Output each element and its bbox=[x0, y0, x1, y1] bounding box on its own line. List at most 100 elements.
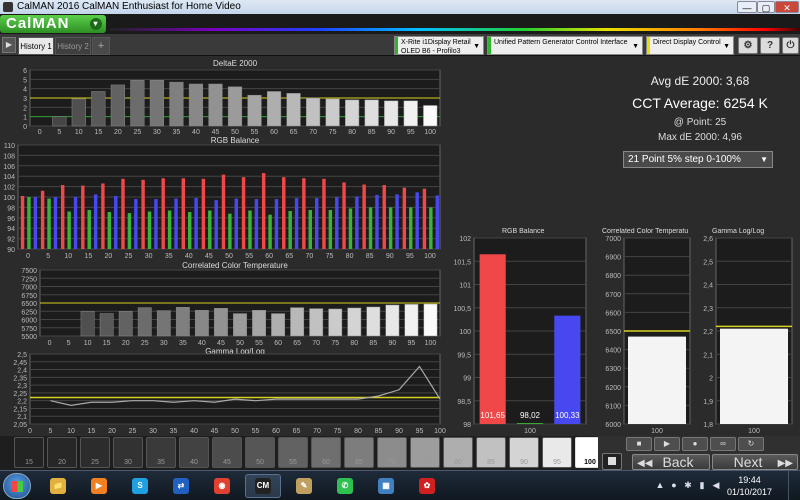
back-button[interactable]: ◀◀ Back bbox=[632, 454, 710, 470]
tab-history-1[interactable]: History 1 bbox=[18, 37, 54, 55]
taskbar-app-media[interactable]: ▶ bbox=[81, 474, 117, 498]
patch-swatch-label: 45 bbox=[223, 459, 231, 466]
tray-expand-icon[interactable]: ▲ bbox=[654, 479, 666, 491]
settings-gear-icon[interactable]: ⚙ bbox=[738, 37, 758, 54]
deltae-chart-svg: 01234560 5 10 15 20 25 30 35 40 45 50 55 60 65 70 75 80 8… bbox=[23, 68, 441, 136]
patch-swatch[interactable]: 35 bbox=[146, 437, 176, 468]
cct-average-value: CCT Average: 6254 K bbox=[632, 95, 768, 111]
refresh-icon[interactable]: ↻ bbox=[738, 437, 764, 451]
patch-swatch-label: 65 bbox=[355, 459, 363, 466]
tab-history-2[interactable]: History 2 bbox=[55, 37, 91, 55]
at-point-value: @ Point: 25 bbox=[673, 117, 727, 128]
explorer-icon: 📁 bbox=[50, 478, 66, 495]
step-select[interactable]: 21 Point 5% step 0-100% ▼ bbox=[623, 151, 773, 168]
calman-logo-menu[interactable]: CalMAN ▾ bbox=[0, 15, 106, 33]
cct-bar bbox=[347, 307, 362, 337]
record-icon[interactable]: ● bbox=[682, 437, 708, 451]
taskbar-app-explorer[interactable]: 📁 bbox=[40, 474, 76, 498]
cct-point-ytick-label: 6000 bbox=[605, 422, 621, 429]
cct-bar bbox=[423, 303, 438, 337]
taskbar-app-app[interactable]: ✿ bbox=[409, 474, 445, 498]
volume-icon[interactable]: ◀ bbox=[710, 479, 722, 491]
patch-swatch[interactable]: 25 bbox=[80, 437, 110, 468]
rgb-point-chart-svg: 98 98,5 99 99,5 100 100,5 101 101,5 102 101,65 98,… bbox=[453, 236, 587, 435]
stop-measure-button[interactable] bbox=[602, 453, 622, 470]
maximize-button[interactable]: ▢ bbox=[757, 1, 775, 13]
deltae-bar bbox=[208, 83, 223, 127]
deltae-bar bbox=[188, 83, 204, 127]
patch-swatch[interactable]: 60 bbox=[311, 437, 341, 468]
tray-status-icon[interactable]: ● bbox=[668, 479, 680, 491]
patch-swatch[interactable]: 30 bbox=[113, 437, 143, 468]
rgb-balance-bar-g bbox=[167, 210, 172, 249]
clock[interactable]: 19:44 01/10/2017 bbox=[727, 474, 772, 498]
taskbar-app-network[interactable]: ▦ bbox=[368, 474, 404, 498]
rgb-balance-bar-r bbox=[402, 187, 407, 249]
cct-bar bbox=[233, 313, 247, 337]
rgb-balance-bar-b bbox=[194, 198, 198, 249]
display-control-selector[interactable]: Direct Display Control ▼ bbox=[646, 36, 734, 55]
patch-swatch[interactable]: 95 bbox=[542, 437, 572, 468]
gamma-ytick-label: 2,3 bbox=[17, 383, 27, 390]
window-title: CalMAN 2016 CalMAN Enthusiast for Home V… bbox=[17, 1, 241, 12]
rgb-balance-bar-r bbox=[101, 183, 105, 249]
patch-swatch[interactable]: 65 bbox=[344, 437, 374, 468]
rgb-point-value-label: 100,33 bbox=[555, 411, 580, 420]
taskbar-app-teamviewer[interactable]: ⇄ bbox=[163, 474, 199, 498]
taskbar-app-paint[interactable]: ✎ bbox=[286, 474, 322, 498]
rgb-balance-bar-b bbox=[335, 197, 339, 249]
start-button[interactable] bbox=[3, 473, 31, 499]
patch-swatch[interactable]: 80 bbox=[443, 437, 473, 468]
help-icon[interactable]: ? bbox=[760, 37, 780, 54]
meter-selector[interactable]: X-Rite i1Display Retail OLED B6 - Profil… bbox=[394, 36, 484, 55]
cct-ytick-label: 7500 bbox=[21, 268, 37, 275]
taskbar-app-calman[interactable]: CM bbox=[245, 474, 281, 498]
patch-swatch[interactable]: 15 bbox=[14, 437, 44, 468]
cct-ytick-label: 6000 bbox=[21, 318, 37, 325]
patch-swatch-label: 95 bbox=[553, 459, 561, 466]
rgb-balance-bar-r bbox=[201, 178, 206, 249]
power-icon[interactable]: ⏻ bbox=[782, 37, 799, 54]
rgb-balance-xtick-label: 10 bbox=[64, 253, 72, 260]
skype-icon: S bbox=[132, 478, 148, 495]
cct-point-ytick-label: 6300 bbox=[605, 366, 621, 373]
rgb-point-xtick-label: 100 bbox=[524, 428, 536, 435]
patch-swatch[interactable]: 70 bbox=[377, 437, 407, 468]
patch-swatch[interactable]: 45 bbox=[212, 437, 242, 468]
taskbar-app-skype[interactable]: S bbox=[122, 474, 158, 498]
rgb-balance-ytick-label: 96 bbox=[7, 216, 15, 223]
next-button[interactable]: Next ▶▶ bbox=[712, 454, 798, 470]
network-icon[interactable]: ▮ bbox=[696, 479, 708, 491]
gamma-point-ytick-label: 2,6 bbox=[703, 236, 713, 243]
play-icon[interactable]: ▶ bbox=[654, 437, 680, 451]
patch-swatch-strip: 15 20 25 30 35 40 45 50 55 60 65 70 75 80 85 90 95 100 bbox=[0, 436, 605, 470]
cct-ytick-label: 6250 bbox=[21, 309, 37, 316]
patch-swatch[interactable]: 50 bbox=[245, 437, 275, 468]
title-bar: CalMAN 2016 CalMAN Enthusiast for Home V… bbox=[0, 0, 800, 14]
taskbar-app-whatsapp[interactable]: ✆ bbox=[327, 474, 363, 498]
patch-swatch[interactable]: 55 bbox=[278, 437, 308, 468]
rgb-balance-bar-b bbox=[214, 200, 218, 249]
patch-swatch[interactable]: 75 bbox=[410, 437, 440, 468]
patch-swatch[interactable]: 20 bbox=[47, 437, 77, 468]
close-button[interactable]: ✕ bbox=[775, 1, 799, 13]
patch-swatch[interactable]: 40 bbox=[179, 437, 209, 468]
add-tab-button[interactable]: + bbox=[92, 37, 110, 55]
deltae-ytick-label: 0 bbox=[23, 124, 27, 131]
rgb-balance-xtick-label: 45 bbox=[205, 253, 213, 260]
rgb-balance-xtick-label: 5 bbox=[46, 253, 50, 260]
show-desktop-button[interactable] bbox=[788, 471, 800, 500]
taskbar-app-chrome[interactable]: ◉ bbox=[204, 474, 240, 498]
minimize-button[interactable]: — bbox=[737, 1, 757, 13]
patch-swatch[interactable]: 90 bbox=[509, 437, 539, 468]
stop-icon[interactable]: ■ bbox=[626, 437, 652, 451]
gamma-xtick-label: 0 bbox=[28, 428, 32, 435]
pattern-generator-selector[interactable]: Unified Pattern Generator Control Interf… bbox=[487, 36, 643, 55]
next-label: Next bbox=[733, 454, 763, 470]
patch-swatch[interactable]: 85 bbox=[476, 437, 506, 468]
rgb-balance-bar-g bbox=[67, 211, 71, 249]
play-workflow-button[interactable]: ▶ bbox=[2, 37, 16, 53]
bluetooth-icon[interactable]: ✱ bbox=[682, 479, 694, 491]
deltae-ytick-label: 4 bbox=[23, 87, 27, 94]
loop-icon[interactable]: ∞ bbox=[710, 437, 736, 451]
